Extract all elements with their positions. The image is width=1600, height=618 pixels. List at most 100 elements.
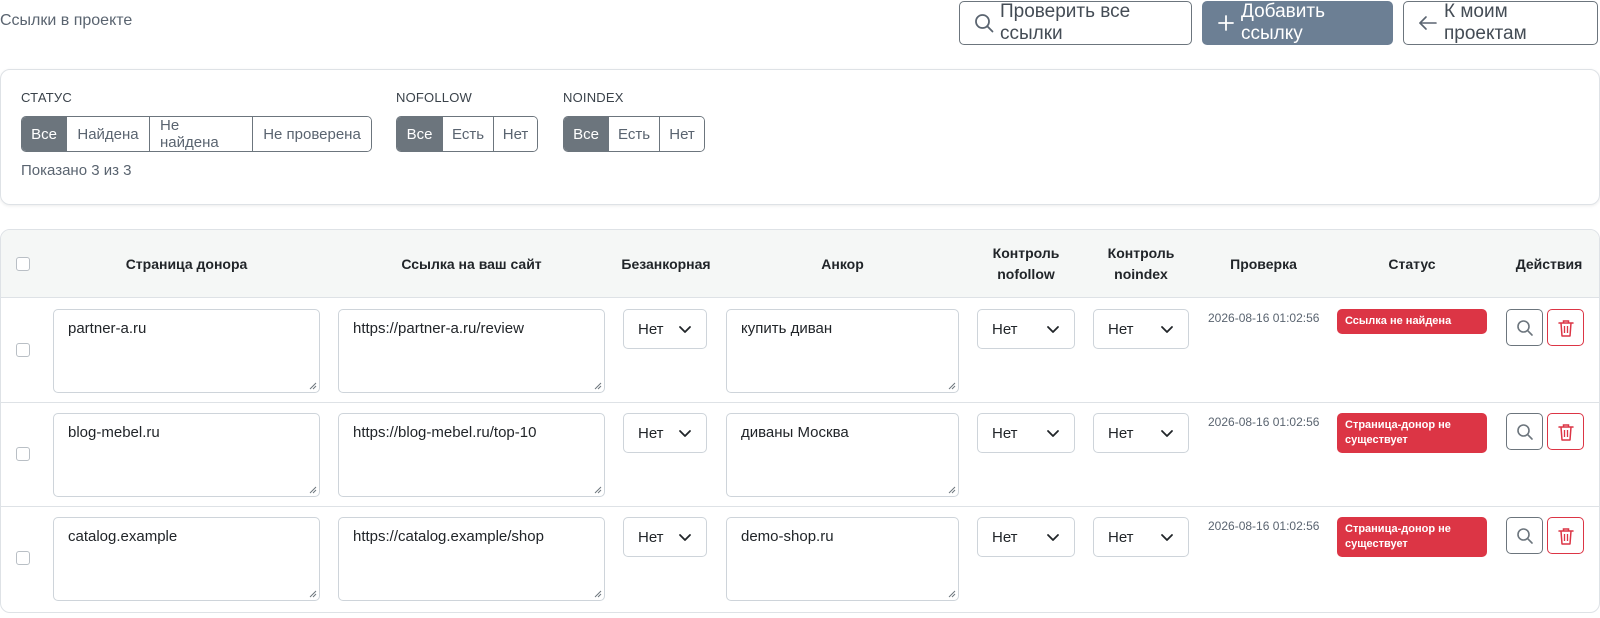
status-badge: Страница-донор не существует (1337, 413, 1487, 453)
check-timestamp: 2026-08-16 01:02:56 (1208, 519, 1320, 533)
column-status: Статус (1388, 255, 1436, 272)
table-header: Страница донора Ссылка на ваш сайт Безан… (1, 230, 1599, 298)
link-url-value: https://blog-mebel.ru/top-10 (353, 424, 537, 441)
check-link-button[interactable] (1506, 413, 1543, 450)
anchor-value: диваны Москва (741, 424, 849, 441)
check-link-button[interactable] (1506, 309, 1543, 346)
delete-link-button[interactable] (1547, 309, 1584, 346)
resize-grip-icon[interactable] (309, 382, 317, 390)
delete-link-button[interactable] (1547, 517, 1584, 554)
check-timestamp: 2026-08-16 01:02:56 (1208, 415, 1320, 429)
anchorless-select[interactable]: Нет (623, 309, 707, 349)
anchorless-select[interactable]: Нет (623, 517, 707, 557)
nofollow-control-value: Нет (992, 528, 1018, 546)
status-filter-group: Все Найдена Не найдена Не проверена (21, 116, 372, 152)
column-noindex-control: Контроль noindex (1086, 230, 1196, 298)
trash-icon (1557, 319, 1574, 337)
links-table: Страница донора Ссылка на ваш сайт Безан… (0, 229, 1600, 613)
column-noindex-line2: noindex (1114, 266, 1168, 282)
chevron-down-icon (1161, 325, 1173, 333)
donor-page-input[interactable]: catalog.example (53, 517, 320, 601)
noindex-filter-all[interactable]: Все (564, 117, 609, 151)
noindex-control-value: Нет (1108, 424, 1134, 442)
noindex-control-value: Нет (1108, 320, 1134, 338)
noindex-filter-no[interactable]: Нет (660, 117, 704, 151)
nofollow-control-select[interactable]: Нет (977, 413, 1075, 453)
donor-page-value: blog-mebel.ru (68, 424, 160, 441)
resize-grip-icon[interactable] (594, 382, 602, 390)
search-icon (1516, 527, 1533, 544)
nofollow-control-select[interactable]: Нет (977, 309, 1075, 349)
noindex-control-value: Нет (1108, 528, 1134, 546)
noindex-control-select[interactable]: Нет (1093, 517, 1189, 557)
back-to-projects-label: К моим проектам (1444, 1, 1527, 44)
anchor-input[interactable]: купить диван (726, 309, 959, 393)
trash-icon (1557, 423, 1574, 441)
anchor-input[interactable]: demo-shop.ru (726, 517, 959, 601)
table-row: catalog.example https://catalog.example/… (1, 507, 1599, 611)
resize-grip-icon[interactable] (594, 590, 602, 598)
status-filter-not-found[interactable]: Не найдена (150, 117, 253, 151)
column-anchorless: Безанкорная (621, 255, 711, 272)
resize-grip-icon[interactable] (309, 590, 317, 598)
nofollow-filter-all[interactable]: Все (397, 117, 443, 151)
chevron-down-icon (1161, 429, 1173, 437)
status-filter-label: СТАТУС (21, 90, 72, 105)
filters-card: СТАТУС Все Найдена Не найдена Не провере… (0, 69, 1600, 205)
anchorless-select[interactable]: Нет (623, 413, 707, 453)
nofollow-control-select[interactable]: Нет (977, 517, 1075, 557)
link-url-input[interactable]: https://blog-mebel.ru/top-10 (338, 413, 605, 497)
resize-grip-icon[interactable] (948, 590, 956, 598)
chevron-down-icon (679, 533, 691, 541)
check-all-links-label: Проверить все ссылки (1000, 1, 1131, 44)
donor-page-input[interactable]: partner-a.ru (53, 309, 320, 393)
search-icon (1516, 319, 1533, 336)
row-checkbox[interactable] (16, 343, 30, 357)
status-badge: Страница-донор не существует (1337, 517, 1487, 557)
anchorless-value: Нет (638, 424, 664, 442)
status-badge: Ссылка не найдена (1337, 309, 1487, 334)
chevron-down-icon (1047, 325, 1059, 333)
nofollow-filter-no[interactable]: Нет (494, 117, 537, 151)
back-to-projects-button[interactable]: К моим проектам (1403, 1, 1598, 45)
noindex-filter-yes[interactable]: Есть (609, 117, 660, 151)
table-row: partner-a.ru https://partner-a.ru/review… (1, 299, 1599, 403)
anchor-value: demo-shop.ru (741, 528, 834, 545)
column-nofollow-control: Контроль nofollow (971, 230, 1081, 298)
column-check: Проверка (1230, 255, 1297, 272)
check-all-links-button[interactable]: Проверить все ссылки (959, 1, 1192, 45)
add-link-button[interactable]: Добавить ссылку (1202, 1, 1393, 45)
select-all-checkbox[interactable] (16, 257, 30, 271)
link-url-input[interactable]: https://partner-a.ru/review (338, 309, 605, 393)
nofollow-filter-yes[interactable]: Есть (443, 117, 494, 151)
add-link-label: Добавить ссылку (1241, 1, 1325, 44)
resize-grip-icon[interactable] (948, 382, 956, 390)
column-nofollow-line1: Контроль (992, 245, 1060, 261)
link-url-input[interactable]: https://catalog.example/shop (338, 517, 605, 601)
plus-icon (1217, 14, 1235, 32)
row-checkbox[interactable] (16, 447, 30, 461)
anchorless-value: Нет (638, 528, 664, 546)
chevron-down-icon (679, 325, 691, 333)
resize-grip-icon[interactable] (309, 486, 317, 494)
noindex-filter-label: NOINDEX (563, 90, 624, 105)
anchor-input[interactable]: диваны Москва (726, 413, 959, 497)
resize-grip-icon[interactable] (594, 486, 602, 494)
noindex-control-select[interactable]: Нет (1093, 413, 1189, 453)
row-checkbox[interactable] (16, 551, 30, 565)
status-filter-all[interactable]: Все (22, 117, 67, 151)
nofollow-control-value: Нет (992, 424, 1018, 442)
donor-page-value: catalog.example (68, 528, 178, 545)
check-link-button[interactable] (1506, 517, 1543, 554)
resize-grip-icon[interactable] (948, 486, 956, 494)
status-filter-not-checked[interactable]: Не проверена (253, 117, 371, 151)
status-filter: СТАТУС Все Найдена Не найдена Не провере… (21, 90, 372, 152)
noindex-control-select[interactable]: Нет (1093, 309, 1189, 349)
nofollow-filter-group: Все Есть Нет (396, 116, 538, 152)
status-filter-found[interactable]: Найдена (67, 117, 150, 151)
donor-page-input[interactable]: blog-mebel.ru (53, 413, 320, 497)
page-title: Ссылки в проекте (0, 12, 133, 29)
delete-link-button[interactable] (1547, 413, 1584, 450)
shown-count: Показано 3 из 3 (21, 162, 132, 179)
column-donor-page: Страница донора (125, 255, 248, 272)
